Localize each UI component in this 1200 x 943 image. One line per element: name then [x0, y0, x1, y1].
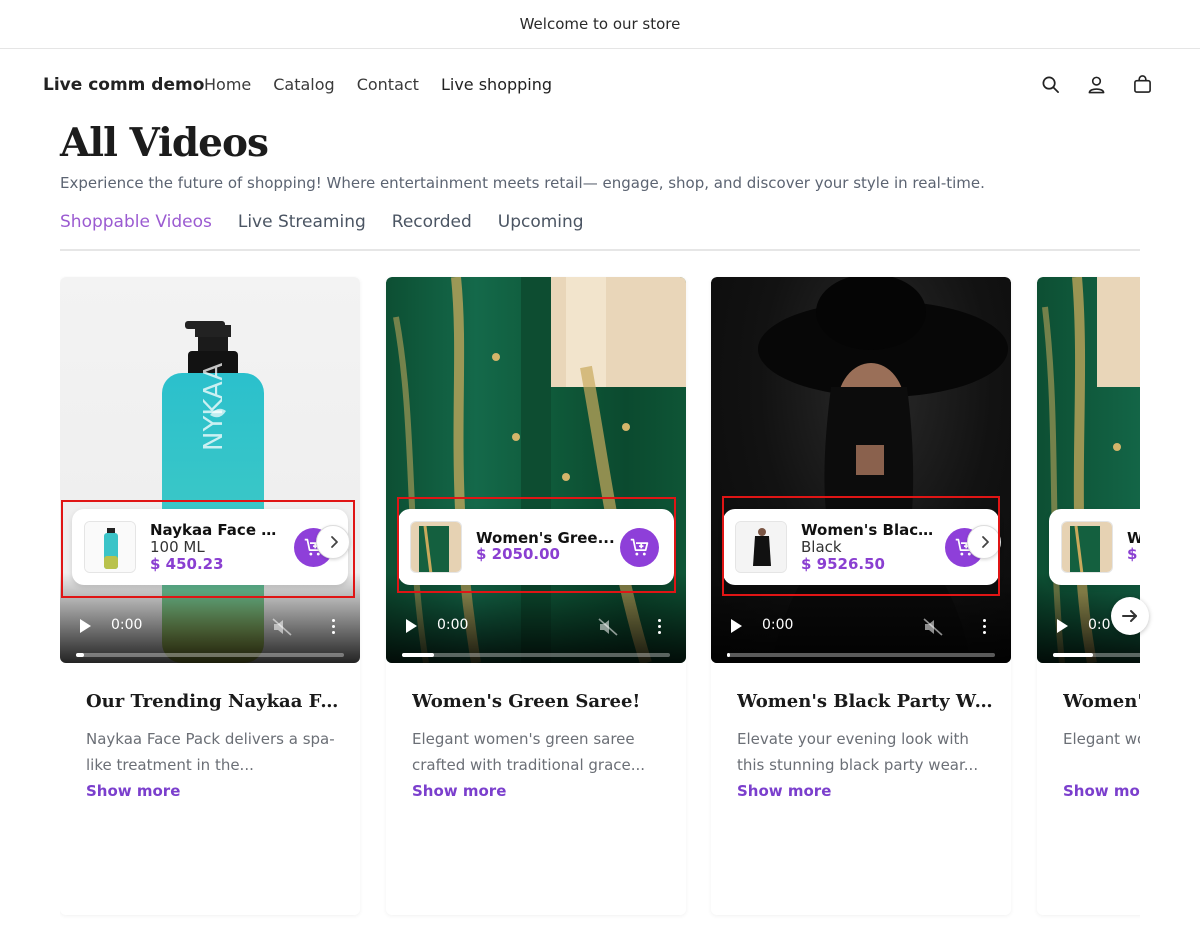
- video-carousel: NYKAA 0:00 Naykaa Face M... 100 ML $ 450…: [60, 276, 1140, 928]
- card-title: Our Trending Naykaa Fac...: [86, 691, 348, 712]
- card-body: Women's Elegant wo crafted wit Show mor: [1063, 691, 1140, 800]
- add-to-cart-icon: [630, 538, 649, 556]
- video-card[interactable]: 0:00 Women's Gree... $ 2050.00 Women's G…: [386, 277, 686, 915]
- card-body: Women's Green Saree! Elegant women's gre…: [412, 691, 674, 800]
- nav-live-shopping[interactable]: Live shopping: [441, 75, 552, 94]
- next-product-button[interactable]: [316, 525, 350, 559]
- card-title: Women's: [1063, 691, 1140, 712]
- progress-fill: [727, 653, 730, 657]
- page-subtitle: Experience the future of shopping! Where…: [60, 174, 985, 192]
- card-body: Women's Black Party Wear... Elevate your…: [737, 691, 999, 800]
- video-tabs: Shoppable Videos Live Streaming Recorded…: [60, 212, 584, 232]
- product-overlay[interactable]: Women's Gree... $ 2050.00: [398, 509, 674, 585]
- next-product-button[interactable]: [967, 525, 1001, 559]
- play-icon[interactable]: [406, 619, 417, 633]
- card-description: Elegant women's green saree crafted with…: [412, 730, 646, 774]
- video-player[interactable]: 0:00: [711, 277, 1011, 663]
- progress-fill: [1053, 653, 1094, 657]
- svg-text:NYKAA: NYKAA: [199, 363, 229, 451]
- chevron-right-icon: [331, 536, 338, 548]
- header-icons: [1041, 75, 1152, 94]
- video-progress-bar[interactable]: [1053, 653, 1140, 657]
- card-title: Women's Green Saree!: [412, 691, 641, 712]
- show-more-link[interactable]: Show more: [86, 782, 180, 800]
- card-title: Women's Black Party Wear...: [737, 691, 999, 712]
- mute-icon[interactable]: [272, 618, 292, 636]
- product-thumbnail: [1061, 521, 1113, 573]
- product-thumbnail: [84, 521, 136, 573]
- arrow-right-icon: [1122, 610, 1137, 622]
- more-options-icon[interactable]: [982, 619, 986, 635]
- card-description: Naykaa Face Pack delivers a spa-like tre…: [86, 730, 335, 774]
- product-variant: Black: [801, 538, 842, 556]
- site-header: Live comm demo Home Catalog Contact Live…: [0, 49, 1200, 121]
- show-more-link[interactable]: Show more: [412, 782, 506, 800]
- chevron-right-icon: [982, 536, 989, 548]
- nav-home[interactable]: Home: [204, 75, 251, 94]
- video-player[interactable]: NYKAA 0:00: [60, 277, 360, 663]
- tab-upcoming[interactable]: Upcoming: [498, 212, 584, 232]
- tab-shoppable-videos[interactable]: Shoppable Videos: [60, 212, 212, 232]
- brand-logo[interactable]: Live comm demo: [43, 75, 204, 95]
- play-icon[interactable]: [1057, 619, 1068, 633]
- card-description: Elegant wo crafted wit: [1063, 730, 1140, 748]
- more-options-icon[interactable]: [331, 619, 335, 635]
- product-thumbnail: [735, 521, 787, 573]
- mute-icon[interactable]: [923, 618, 943, 636]
- announcement-text: Welcome to our store: [519, 15, 681, 33]
- search-icon[interactable]: [1041, 75, 1060, 94]
- video-controls: 0:00: [60, 593, 360, 663]
- progress-fill: [76, 653, 85, 657]
- nav-catalog[interactable]: Catalog: [273, 75, 334, 94]
- main-nav: Home Catalog Contact Live shopping: [204, 75, 552, 94]
- video-time: 0:0: [1088, 617, 1111, 633]
- more-options-icon[interactable]: [657, 619, 661, 635]
- video-time: 0:00: [111, 617, 143, 633]
- carousel-next-button[interactable]: [1111, 597, 1149, 635]
- product-price: $ 9526.50: [801, 555, 885, 573]
- mute-icon[interactable]: [598, 618, 618, 636]
- tab-recorded[interactable]: Recorded: [392, 212, 472, 232]
- video-progress-bar[interactable]: [727, 653, 995, 657]
- product-price: $ 2050.00: [476, 545, 560, 563]
- nav-contact[interactable]: Contact: [357, 75, 419, 94]
- show-more-link[interactable]: Show more: [737, 782, 831, 800]
- product-price: $ 450.23: [150, 555, 224, 573]
- announcement-bar: Welcome to our store: [0, 0, 1200, 49]
- progress-fill: [402, 653, 435, 657]
- card-description: Elevate your evening look with this stun…: [737, 730, 979, 774]
- video-controls: 0:00: [386, 593, 686, 663]
- product-name: Naykaa Face M...: [150, 521, 290, 539]
- video-card[interactable]: 0:0 W $ Women's Elegant wo crafted wit S…: [1037, 277, 1140, 915]
- video-player[interactable]: 0:00: [386, 277, 686, 663]
- card-body: Our Trending Naykaa Fac... Naykaa Face P…: [86, 691, 348, 800]
- product-overlay[interactable]: Women's Black... Black $ 9526.50: [723, 509, 1001, 585]
- account-icon[interactable]: [1087, 75, 1106, 94]
- video-time: 0:00: [437, 617, 469, 633]
- play-icon[interactable]: [731, 619, 742, 633]
- add-to-cart-button[interactable]: [620, 528, 659, 567]
- video-progress-bar[interactable]: [402, 653, 670, 657]
- page-title: All Videos: [60, 120, 269, 166]
- video-time: 0:00: [762, 617, 794, 633]
- show-more-link[interactable]: Show mor: [1063, 782, 1140, 800]
- product-thumbnail: [410, 521, 462, 573]
- video-card[interactable]: 0:00 Women's Black... Black $ 9526.50 Wo…: [711, 277, 1011, 915]
- video-controls: 0:00: [711, 593, 1011, 663]
- video-progress-bar[interactable]: [76, 653, 344, 657]
- product-overlay[interactable]: Naykaa Face M... 100 ML $ 450.23: [72, 509, 350, 585]
- play-icon[interactable]: [80, 619, 91, 633]
- product-price: $: [1127, 545, 1138, 563]
- tab-live-streaming[interactable]: Live Streaming: [238, 212, 366, 232]
- product-overlay[interactable]: W $: [1049, 509, 1140, 585]
- product-variant: 100 ML: [150, 538, 205, 556]
- tabs-divider: [60, 249, 1140, 251]
- video-card[interactable]: NYKAA 0:00 Naykaa Face M... 100 ML $ 450…: [60, 277, 360, 915]
- product-name: Women's Black...: [801, 521, 941, 539]
- cart-icon[interactable]: [1133, 75, 1152, 94]
